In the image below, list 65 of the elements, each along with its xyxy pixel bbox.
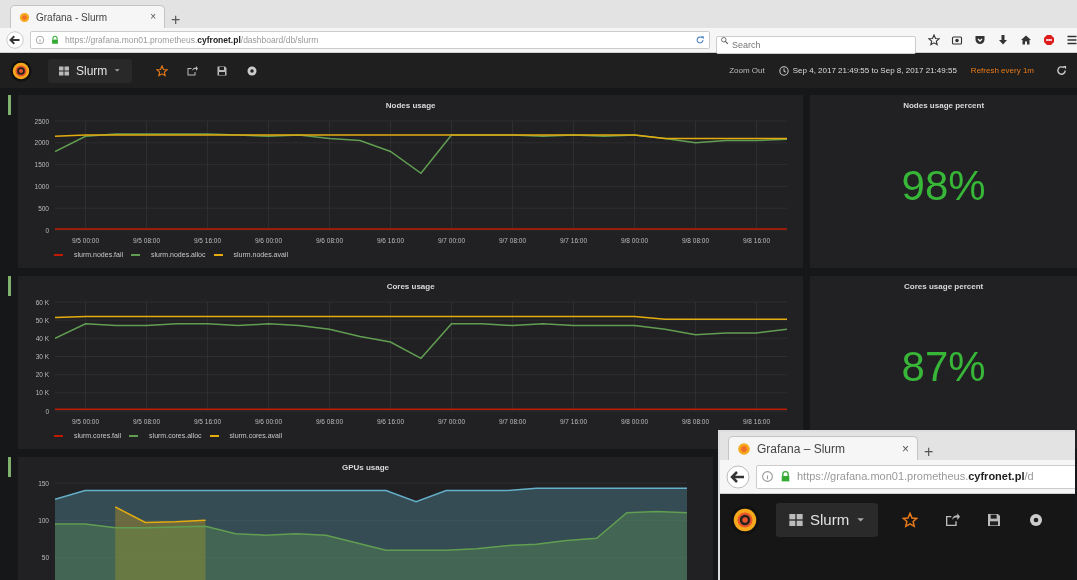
settings-icon[interactable] bbox=[1028, 512, 1045, 528]
new-tab-button[interactable]: + bbox=[924, 444, 934, 460]
close-tab-button[interactable]: × bbox=[902, 442, 909, 455]
time-range-button[interactable]: Sep 4, 2017 21:49:55 to Sep 8, 2017 21:49:55 bbox=[778, 64, 957, 77]
info-icon bbox=[35, 35, 45, 45]
legend-swatch bbox=[213, 254, 223, 257]
star-icon[interactable] bbox=[902, 512, 919, 528]
pocket-icon[interactable] bbox=[974, 34, 986, 46]
browser-tab[interactable]: Grafana - Slurm × bbox=[10, 5, 165, 28]
download-icon[interactable] bbox=[997, 34, 1009, 46]
panel-title: Cores usage percent bbox=[903, 281, 985, 293]
share-icon[interactable] bbox=[185, 64, 198, 77]
dashboard-name: Slurm bbox=[76, 62, 108, 80]
grid-icon bbox=[58, 64, 70, 77]
legend-swatch bbox=[54, 254, 63, 257]
save-icon[interactable] bbox=[986, 512, 1003, 528]
bookmark-star-icon[interactable] bbox=[928, 34, 940, 46]
grafana-logo[interactable] bbox=[10, 59, 32, 82]
stat-value: 87% bbox=[901, 345, 986, 388]
menu-icon[interactable] bbox=[1066, 34, 1077, 46]
search-icon bbox=[720, 35, 729, 45]
camera-icon[interactable] bbox=[951, 34, 963, 46]
share-icon[interactable] bbox=[944, 512, 961, 528]
legend-swatch bbox=[131, 254, 141, 257]
tab-title: Grafana – Slurm bbox=[757, 440, 847, 458]
close-tab-button[interactable]: × bbox=[150, 12, 156, 22]
star-icon[interactable] bbox=[155, 64, 168, 77]
browser-tab[interactable]: Grafana – Slurm × bbox=[728, 436, 918, 460]
home-icon[interactable] bbox=[1020, 34, 1032, 46]
address-bar[interactable]: https://grafana.mon01.prometheus.cyfronet.pl/dashboard/db/slurm bbox=[30, 31, 710, 49]
zoom-out-button[interactable]: Zoom Out bbox=[729, 64, 765, 77]
row-handle[interactable] bbox=[8, 457, 11, 477]
settings-icon[interactable] bbox=[245, 64, 258, 77]
flame-icon bbox=[19, 11, 30, 23]
refresh-icon[interactable] bbox=[1056, 65, 1067, 76]
row-handle[interactable] bbox=[8, 276, 11, 296]
search-field[interactable]: Search bbox=[716, 36, 916, 54]
stop-sign-icon[interactable] bbox=[1043, 34, 1055, 46]
tab-title: Grafana - Slurm bbox=[36, 10, 109, 25]
grafana-logo[interactable] bbox=[730, 505, 760, 535]
panel-title: Nodes usage percent bbox=[902, 100, 986, 112]
back-icon[interactable] bbox=[6, 31, 24, 49]
dashboard-picker[interactable]: Slurm bbox=[776, 503, 879, 537]
save-icon[interactable] bbox=[215, 64, 228, 77]
panel-title: Nodes usage bbox=[384, 100, 437, 112]
reload-icon[interactable] bbox=[695, 35, 705, 45]
dashboard-picker[interactable]: Slurm bbox=[48, 58, 132, 83]
refresh-interval-button[interactable]: Refresh every 1m bbox=[970, 64, 1034, 77]
legend-swatch bbox=[129, 435, 139, 438]
clock-icon bbox=[778, 65, 789, 76]
new-tab-button[interactable]: + bbox=[171, 12, 181, 28]
panel-title: GPUs usage bbox=[340, 462, 391, 474]
lock-icon bbox=[50, 35, 60, 45]
flame-icon bbox=[737, 441, 751, 456]
grid-icon bbox=[788, 512, 804, 528]
address-bar[interactable]: https://grafana.mon01.prometheus.cyfronet.pl/d bbox=[756, 464, 1075, 489]
panel-title: Cores usage bbox=[385, 281, 436, 293]
lock-icon bbox=[779, 470, 792, 483]
info-icon bbox=[761, 470, 774, 483]
stat-value: 98% bbox=[901, 164, 986, 207]
dashboard-name: Slurm bbox=[810, 509, 850, 530]
legend-swatch bbox=[209, 435, 219, 438]
row-handle[interactable] bbox=[8, 95, 11, 115]
legend-swatch bbox=[54, 435, 63, 438]
back-icon[interactable] bbox=[726, 464, 750, 489]
